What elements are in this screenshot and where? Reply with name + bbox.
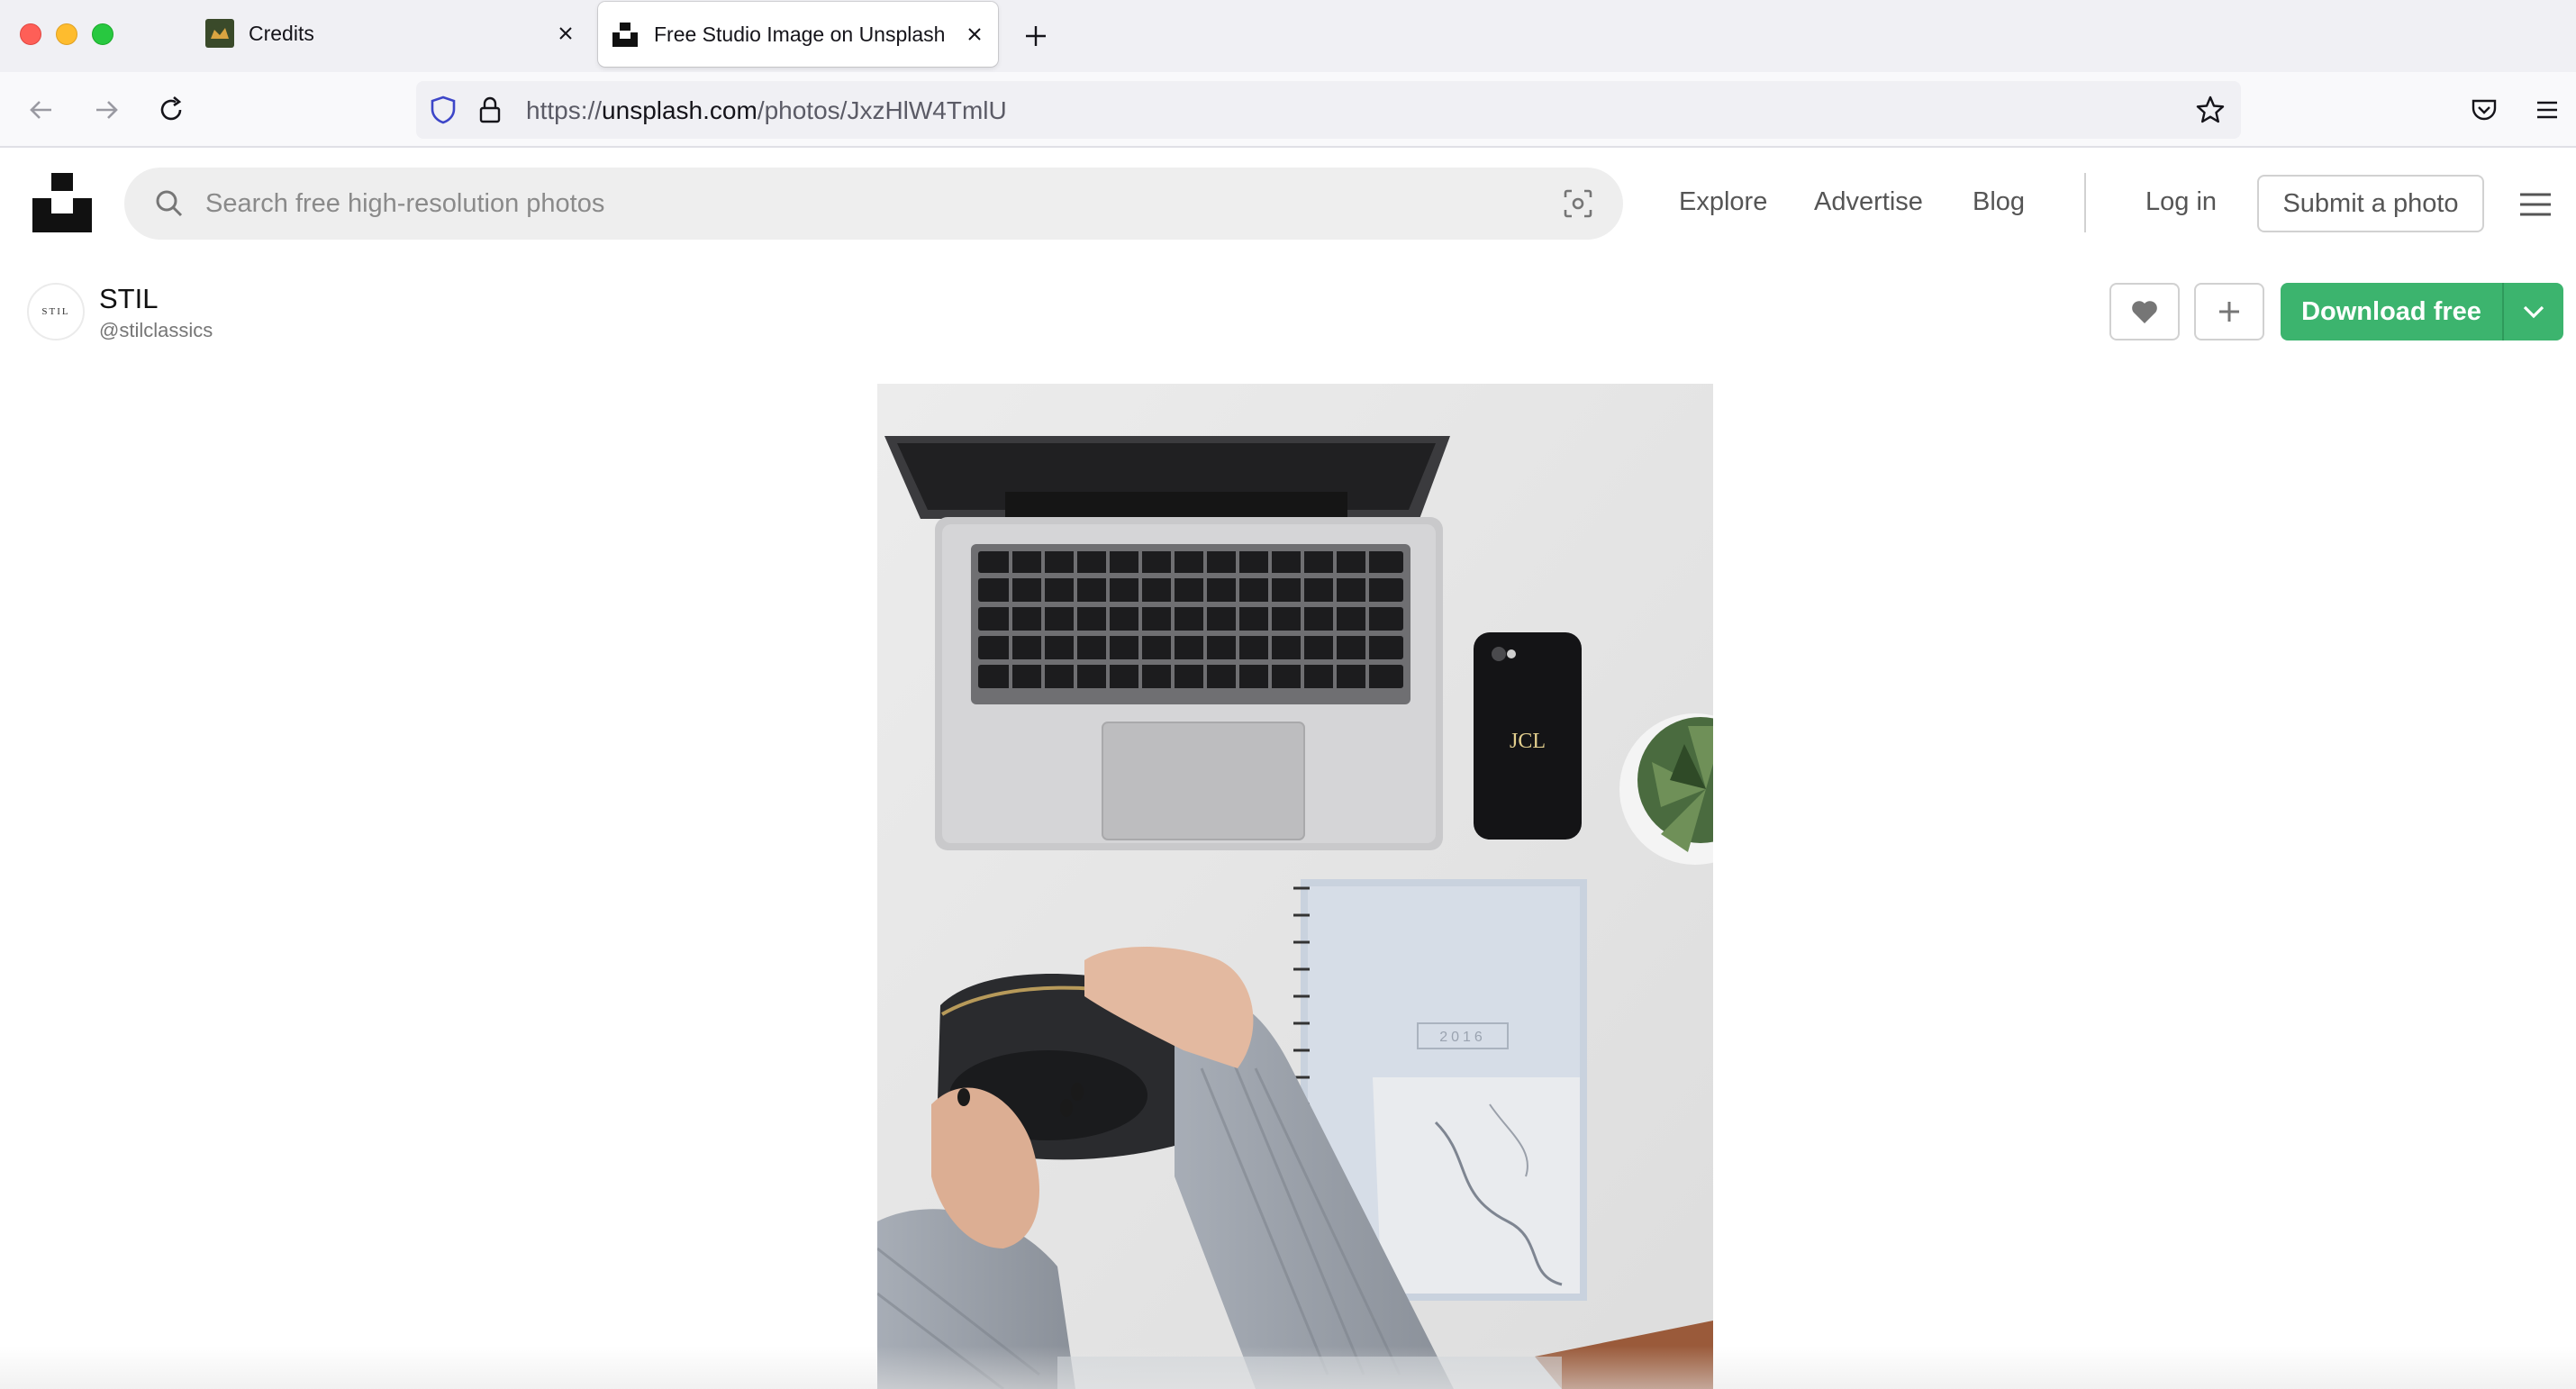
app-menu-icon[interactable]	[2526, 88, 2569, 132]
plus-icon	[2219, 302, 2239, 322]
minimize-window-button[interactable]	[56, 23, 77, 45]
close-tab-icon[interactable]	[548, 15, 584, 51]
unsplash-favicon-icon	[611, 20, 639, 49]
bookmark-star-icon[interactable]	[2192, 92, 2228, 128]
notebook-year: 2016	[1439, 1030, 1486, 1045]
url-text[interactable]: https://unsplash.com/photos/JxzHlW4TmlU	[526, 96, 1007, 125]
new-tab-plus-icon[interactable]	[1016, 16, 1056, 56]
visual-search-icon[interactable]	[1560, 186, 1596, 222]
main-photo[interactable]: JCL 2016	[877, 384, 1713, 1389]
site-header: Explore Advertise Blog Log in Submit a p…	[0, 150, 2576, 258]
search-bar[interactable]	[124, 168, 1623, 240]
author-name[interactable]: STIL	[99, 283, 158, 315]
author-avatar[interactable]: STIL	[27, 283, 85, 340]
submit-photo-button[interactable]: Submit a photo	[2257, 175, 2484, 232]
heart-icon	[2132, 301, 2157, 323]
search-input[interactable]	[205, 180, 1538, 227]
tab-title: Credits	[249, 21, 314, 45]
browser-tab-bar: Credits Free Studio Image on Unsplash	[0, 0, 2576, 72]
phone-monogram: JCL	[1510, 730, 1546, 753]
close-window-button[interactable]	[20, 23, 41, 45]
download-free-button[interactable]: Download free	[2281, 283, 2502, 340]
download-options-button[interactable]	[2504, 283, 2563, 340]
reload-icon[interactable]	[150, 88, 193, 132]
nav-blog-link[interactable]: Blog	[1973, 187, 2025, 217]
browser-nav-bar: https://unsplash.com/photos/JxzHlW4TmlU	[0, 72, 2576, 148]
photo-author-bar: STIL STIL @stilclassics Download free	[0, 258, 2576, 375]
search-icon[interactable]	[151, 186, 187, 222]
lock-icon[interactable]	[472, 92, 508, 128]
unsplash-logo-icon[interactable]	[32, 173, 92, 232]
tab-unsplash-photo[interactable]: Free Studio Image on Unsplash	[598, 2, 998, 67]
back-arrow-icon[interactable]	[20, 88, 63, 132]
nav-explore-link[interactable]: Explore	[1679, 187, 1767, 217]
add-to-collection-button[interactable]	[2194, 283, 2264, 340]
author-handle[interactable]: @stilclassics	[99, 319, 213, 342]
chevron-down-icon	[2523, 305, 2544, 319]
tracking-protection-shield-icon[interactable]	[425, 92, 461, 128]
pocket-icon[interactable]	[2463, 88, 2506, 132]
forward-arrow-icon[interactable]	[85, 88, 128, 132]
zoom-window-button[interactable]	[92, 23, 113, 45]
tab-credits[interactable]: Credits	[193, 0, 589, 67]
header-divider	[2084, 173, 2086, 232]
credits-favicon-icon	[205, 19, 234, 48]
like-button[interactable]	[2109, 283, 2180, 340]
login-link[interactable]: Log in	[2145, 187, 2217, 217]
address-bar[interactable]: https://unsplash.com/photos/JxzHlW4TmlU	[416, 81, 2241, 139]
nav-advertise-link[interactable]: Advertise	[1814, 187, 1923, 217]
phone: JCL	[1474, 632, 1582, 840]
hamburger-menu-icon[interactable]	[2515, 184, 2556, 225]
laptop	[884, 436, 1450, 850]
close-tab-icon[interactable]	[957, 16, 993, 52]
tab-title: Free Studio Image on Unsplash	[654, 22, 946, 46]
